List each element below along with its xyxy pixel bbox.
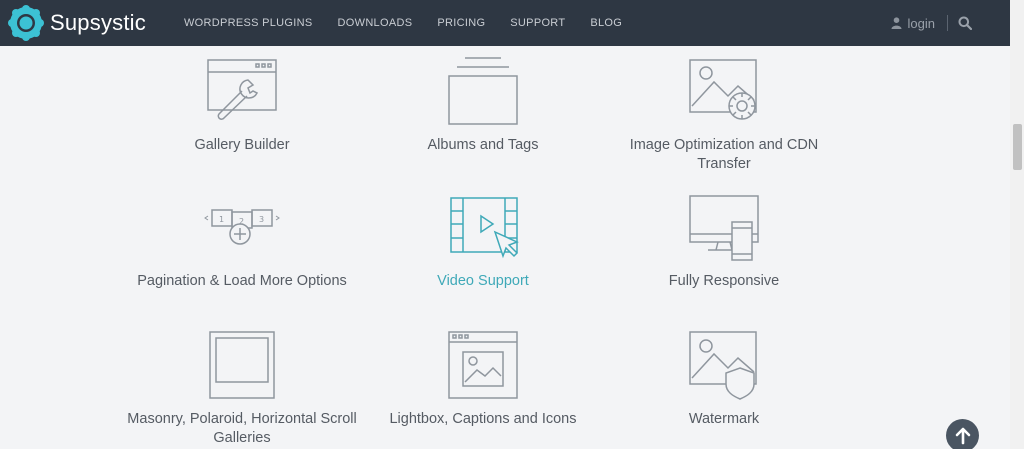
nav-blog[interactable]: BLOG bbox=[590, 17, 622, 29]
login-link[interactable]: login bbox=[891, 16, 935, 31]
user-icon bbox=[891, 17, 902, 29]
feature-image-optimization[interactable]: Image Optimization and CDN Transfer bbox=[609, 56, 839, 174]
feature-label: Image Optimization and CDN Transfer bbox=[629, 137, 819, 172]
brand-link[interactable]: Supsystic bbox=[8, 5, 146, 41]
svg-text:3: 3 bbox=[259, 215, 264, 224]
lightbox-window-icon bbox=[448, 331, 518, 399]
arrow-up-icon bbox=[955, 427, 970, 444]
feature-label: Masonry, Polaroid, Horizontal Scroll Gal… bbox=[127, 411, 357, 446]
feature-albums-tags[interactable]: Albums and Tags bbox=[368, 56, 598, 155]
nav-downloads[interactable]: DOWNLOADS bbox=[338, 17, 413, 29]
nav-pricing[interactable]: PRICING bbox=[437, 17, 485, 29]
supsystic-logo-icon bbox=[8, 5, 44, 41]
album-stack-icon bbox=[448, 57, 518, 125]
feature-label: Lightbox, Captions and Icons bbox=[389, 411, 577, 427]
feature-fully-responsive[interactable]: Fully Responsive bbox=[609, 194, 839, 291]
feature-label: Fully Responsive bbox=[668, 273, 780, 289]
login-label: login bbox=[907, 15, 935, 31]
feature-video-support[interactable]: Video Support bbox=[368, 194, 598, 291]
feature-label: Albums and Tags bbox=[427, 137, 539, 153]
devices-icon bbox=[689, 195, 759, 261]
page-scrollbar[interactable] bbox=[1010, 0, 1024, 449]
feature-label: Gallery Builder bbox=[194, 137, 290, 153]
image-shield-icon bbox=[689, 331, 757, 400]
video-cursor-icon bbox=[450, 197, 519, 259]
feature-gallery-builder[interactable]: Gallery Builder bbox=[127, 56, 357, 155]
search-icon bbox=[958, 16, 972, 30]
feature-label: Watermark bbox=[688, 411, 760, 427]
feature-masonry-polaroid[interactable]: Masonry, Polaroid, Horizontal Scroll Gal… bbox=[127, 330, 357, 448]
page: Supsystic WORDPRESS PLUGINS DOWNLOADS PR… bbox=[0, 0, 1024, 449]
nav-divider bbox=[947, 15, 948, 31]
top-navbar: Supsystic WORDPRESS PLUGINS DOWNLOADS PR… bbox=[0, 0, 1010, 46]
feature-label: Pagination & Load More Options bbox=[137, 273, 347, 289]
nav-wordpress-plugins[interactable]: WORDPRESS PLUGINS bbox=[184, 17, 313, 29]
feature-pagination[interactable]: 1 2 3 Pagination & Load More Options bbox=[127, 194, 357, 291]
scroll-to-top-button[interactable] bbox=[946, 419, 979, 449]
nav-support[interactable]: SUPPORT bbox=[510, 17, 565, 29]
polaroid-frame-icon bbox=[209, 331, 275, 399]
nav-right: login bbox=[891, 0, 972, 46]
image-gear-icon bbox=[689, 59, 757, 120]
brand-name: Supsystic bbox=[50, 10, 146, 35]
scrollbar-thumb[interactable] bbox=[1013, 124, 1022, 170]
wrench-window-icon bbox=[207, 59, 277, 120]
main-nav: WORDPRESS PLUGINS DOWNLOADS PRICING SUPP… bbox=[184, 17, 647, 29]
feature-watermark[interactable]: Watermark bbox=[609, 330, 839, 429]
search-button[interactable] bbox=[958, 16, 972, 30]
feature-lightbox[interactable]: Lightbox, Captions and Icons bbox=[368, 330, 598, 429]
feature-label: Video Support bbox=[437, 273, 529, 289]
pagination-icon: 1 2 3 bbox=[204, 209, 280, 245]
svg-text:1: 1 bbox=[219, 215, 224, 224]
